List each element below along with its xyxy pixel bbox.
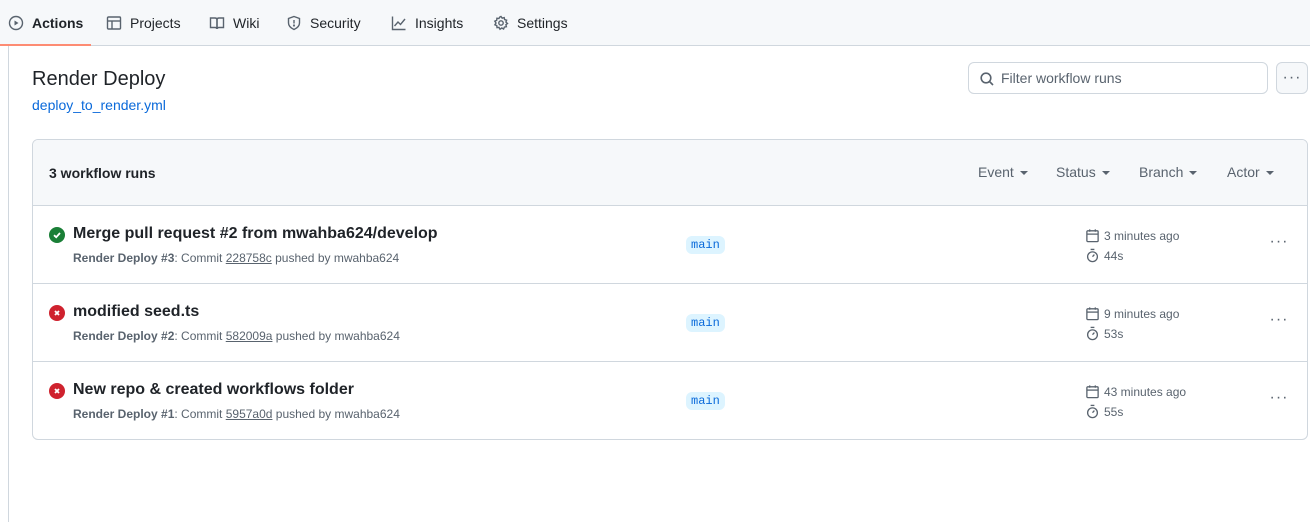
search-icon — [980, 72, 994, 86]
run-options-button[interactable]: ··· — [1269, 232, 1289, 252]
calendar-icon — [1086, 229, 1099, 243]
tab-label: Insights — [415, 14, 464, 31]
run-duration: 53s — [1085, 326, 1123, 341]
commit-sha-link[interactable]: 582009a — [226, 329, 273, 343]
caret-down-icon — [1189, 171, 1198, 175]
filter-label: Actor — [1227, 164, 1260, 180]
kebab-icon: ··· — [1282, 69, 1302, 86]
run-options-button[interactable]: ··· — [1269, 310, 1289, 330]
sidebar-divider — [8, 46, 9, 522]
run-workflow-name: Render Deploy — [73, 251, 158, 265]
tab-label: Settings — [517, 14, 568, 31]
stopwatch-icon — [1086, 404, 1099, 419]
run-pushed-by: pushed by mwahba624 — [271, 251, 400, 265]
tab-label: Wiki — [233, 14, 260, 31]
book-icon — [209, 16, 225, 29]
run-title[interactable]: modified seed.ts — [73, 303, 199, 321]
gear-icon — [493, 15, 509, 30]
run-row[interactable]: Merge pull request #2 from mwahba624/dev… — [33, 206, 1307, 284]
tab-settings[interactable]: Settings — [493, 0, 568, 45]
filter-actor-dropdown[interactable]: Actor — [1227, 164, 1274, 180]
table-icon — [106, 15, 122, 30]
branch-badge[interactable]: main — [686, 392, 725, 410]
tab-label: Projects — [130, 14, 181, 31]
run-meta: Render Deploy #3: Commit 228758c pushed … — [73, 251, 399, 265]
run-number: #1 — [161, 407, 175, 421]
filter-label: Branch — [1139, 164, 1184, 180]
run-time: 3 minutes ago — [1085, 228, 1179, 243]
x-circle-icon — [49, 383, 65, 399]
commit-sha-link[interactable]: 228758c — [226, 251, 272, 265]
run-duration: 55s — [1085, 404, 1123, 419]
run-workflow-name: Render Deploy — [73, 329, 158, 343]
kebab-icon: ··· — [1269, 311, 1289, 328]
graph-icon — [391, 16, 406, 30]
run-row[interactable]: modified seed.ts Render Deploy #2: Commi… — [33, 284, 1307, 362]
page-title: Render Deploy — [32, 68, 166, 90]
workflow-runs-list: 3 workflow runs Event Status Branch Acto… — [32, 139, 1308, 440]
run-duration-label: 53s — [1104, 326, 1124, 341]
tab-wiki[interactable]: Wiki — [209, 0, 259, 45]
run-meta: Render Deploy #1: Commit 5957a0d pushed … — [73, 407, 400, 421]
run-duration: 44s — [1085, 248, 1123, 263]
tab-label: Actions — [32, 14, 84, 31]
filter-event-dropdown[interactable]: Event — [978, 164, 1028, 180]
kebab-icon: ··· — [1269, 389, 1289, 406]
run-pushed-by: pushed by mwahba624 — [272, 407, 400, 421]
check-circle-icon — [49, 227, 65, 243]
run-duration-label: 55s — [1104, 404, 1124, 419]
calendar-icon — [1086, 385, 1099, 399]
tab-security[interactable]: Security — [286, 0, 361, 45]
run-title[interactable]: New repo & created workflows folder — [73, 381, 354, 399]
shield-icon — [287, 15, 301, 30]
run-meta: Render Deploy #2: Commit 582009a pushed … — [73, 329, 400, 343]
calendar-icon — [1086, 307, 1099, 321]
run-number: #3 — [161, 251, 175, 265]
runs-count: 3 workflow runs — [49, 165, 156, 181]
run-commit-prefix: : Commit — [174, 251, 226, 265]
caret-down-icon — [1101, 171, 1110, 175]
stopwatch-icon — [1086, 248, 1099, 263]
run-time: 9 minutes ago — [1085, 306, 1179, 321]
filter-label: Status — [1056, 164, 1096, 180]
run-time: 43 minutes ago — [1085, 384, 1186, 399]
branch-badge[interactable]: main — [686, 236, 725, 254]
run-time-label: 43 minutes ago — [1104, 384, 1187, 399]
caret-down-icon — [1019, 171, 1028, 175]
run-commit-prefix: : Commit — [174, 407, 226, 421]
run-time-label: 9 minutes ago — [1104, 306, 1180, 321]
branch-badge[interactable]: main — [686, 314, 725, 332]
run-row[interactable]: New repo & created workflows folder Rend… — [33, 362, 1307, 439]
stopwatch-icon — [1086, 326, 1099, 341]
tab-insights[interactable]: Insights — [391, 0, 463, 45]
more-options-button[interactable]: ··· — [1276, 62, 1308, 94]
filter-status-dropdown[interactable]: Status — [1056, 164, 1110, 180]
repo-nav: Actions Projects Wiki Security Insights … — [0, 0, 1310, 46]
run-commit-prefix: : Commit — [174, 329, 226, 343]
runs-header: 3 workflow runs Event Status Branch Acto… — [33, 140, 1307, 206]
tab-actions[interactable]: Actions — [0, 0, 92, 46]
tab-projects[interactable]: Projects — [106, 0, 181, 45]
run-duration-label: 44s — [1104, 248, 1124, 263]
run-workflow-name: Render Deploy — [73, 407, 158, 421]
caret-down-icon — [1265, 171, 1274, 175]
play-circle-icon — [8, 15, 24, 30]
tab-label: Security — [310, 14, 361, 31]
commit-sha-link[interactable]: 5957a0d — [226, 407, 273, 421]
run-pushed-by: pushed by mwahba624 — [272, 329, 400, 343]
run-title[interactable]: Merge pull request #2 from mwahba624/dev… — [73, 225, 438, 243]
run-time-label: 3 minutes ago — [1104, 228, 1180, 243]
filter-label: Event — [978, 164, 1014, 180]
run-options-button[interactable]: ··· — [1269, 388, 1289, 408]
run-number: #2 — [161, 329, 175, 343]
search-input[interactable] — [1001, 70, 1267, 86]
search-box[interactable] — [968, 62, 1268, 94]
kebab-icon: ··· — [1269, 233, 1289, 250]
workflow-file-link[interactable]: deploy_to_render.yml — [32, 97, 166, 113]
filter-branch-dropdown[interactable]: Branch — [1139, 164, 1198, 180]
x-circle-icon — [49, 305, 65, 321]
